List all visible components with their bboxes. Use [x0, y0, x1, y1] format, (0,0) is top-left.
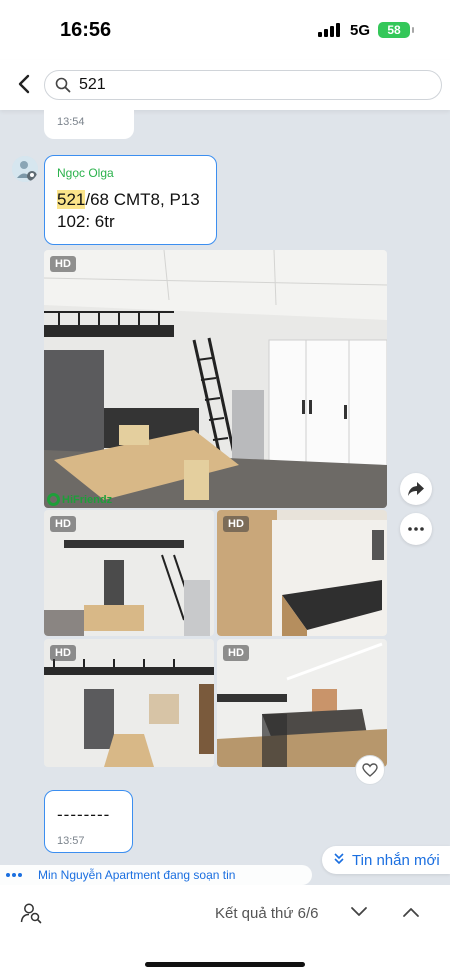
member-filter-button[interactable]	[20, 902, 42, 929]
battery-icon: 58	[378, 22, 414, 38]
home-indicator	[145, 962, 305, 967]
react-button[interactable]	[355, 755, 385, 785]
chevron-down-icon	[351, 907, 367, 916]
signal-icon	[318, 23, 340, 37]
share-icon	[408, 482, 424, 496]
chevron-up-icon	[403, 908, 419, 917]
photo-thumb-3[interactable]: HD	[44, 639, 214, 767]
dash-message-bubble[interactable]: -------- 13:57	[44, 790, 133, 853]
new-messages-label: Tin nhắn mới	[352, 851, 440, 869]
share-button[interactable]	[400, 473, 432, 505]
typing-dots-icon	[6, 873, 22, 877]
search-icon	[55, 77, 71, 93]
hd-badge: HD	[50, 645, 76, 661]
sender-name: Ngọc Olga	[57, 166, 114, 180]
more-icon	[408, 527, 424, 531]
double-chevron-down-icon	[334, 852, 344, 868]
photo-thumb-4[interactable]: HD	[217, 639, 387, 767]
previous-result-button[interactable]	[402, 905, 420, 923]
search-highlight: 521	[57, 190, 86, 209]
chat-area[interactable]: 13:54 Ngọc Olga 521/68 CMT8, P13 102: 6t…	[0, 110, 450, 885]
next-result-button[interactable]	[350, 905, 368, 923]
back-button[interactable]	[12, 72, 36, 96]
photo-group: HD HiFriendz HD HD HD HD	[44, 250, 387, 767]
sender-avatar[interactable]	[12, 156, 38, 182]
new-messages-button[interactable]: Tin nhắn mới	[322, 846, 450, 874]
hd-badge: HD	[223, 516, 249, 532]
more-button[interactable]	[400, 513, 432, 545]
message-text: 521/68 CMT8, P13 102: 6tr	[57, 189, 204, 233]
battery-level: 58	[387, 23, 401, 37]
hd-badge: HD	[223, 645, 249, 661]
status-time: 16:56	[60, 19, 112, 41]
search-header	[0, 60, 450, 110]
watermark-text: HiFriendz	[62, 493, 113, 506]
typing-text: Min Nguyễn Apartment đang soạn tin	[38, 868, 236, 882]
search-result-bar: Kết quả thứ 6/6	[0, 885, 450, 975]
search-box[interactable]	[44, 70, 442, 100]
back-icon	[18, 74, 30, 94]
photo-main[interactable]: HD HiFriendz	[44, 250, 387, 508]
member-search-icon	[20, 903, 42, 924]
typing-indicator: Min Nguyễn Apartment đang soạn tin	[0, 865, 312, 885]
hd-badge: HD	[50, 256, 76, 272]
status-bar: 16:56 5G 58	[0, 0, 450, 60]
network-label: 5G	[350, 22, 371, 39]
search-input[interactable]	[79, 76, 409, 94]
photo-thumb-1[interactable]: HD	[44, 510, 214, 636]
message-time: 13:57	[57, 835, 85, 847]
heart-icon	[362, 763, 378, 777]
dash-message-text: --------	[57, 805, 111, 824]
message-bubble[interactable]: Ngọc Olga 521/68 CMT8, P13 102: 6tr	[44, 155, 217, 245]
hd-badge: HD	[50, 516, 76, 532]
result-count: Kết quả thứ 6/6	[215, 905, 319, 922]
message-text-line1: /68 CMT8, P13	[85, 190, 200, 209]
message-text-line2: 102: 6tr	[57, 212, 115, 231]
message-time: 13:54	[57, 116, 85, 128]
watermark-logo: HiFriendz	[47, 493, 112, 506]
previous-message-bubble[interactable]: 13:54	[44, 110, 134, 139]
photo-thumb-2[interactable]: HD	[217, 510, 387, 636]
